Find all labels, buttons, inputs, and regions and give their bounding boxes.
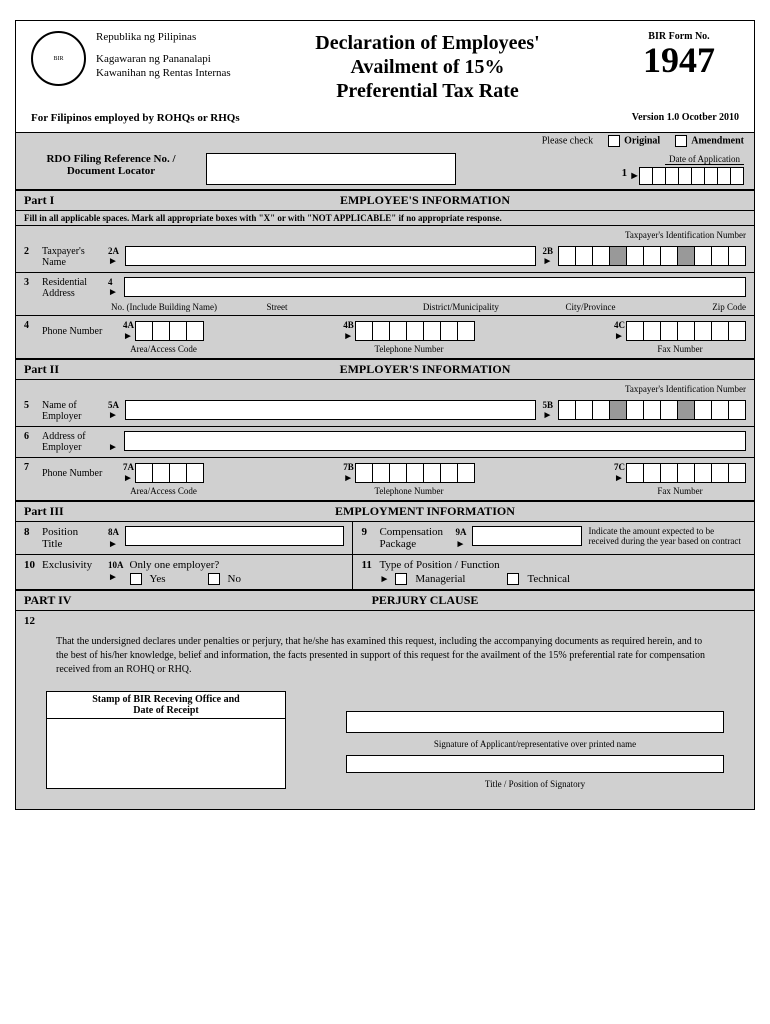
title-position-label: Title / Position of Signatory <box>346 779 724 789</box>
field-2-row: Taxpayer's Identification Number 2 Taxpa… <box>16 226 754 273</box>
date-cell[interactable] <box>652 167 666 185</box>
employer-tin-label: Taxpayer's Identification Number <box>24 384 746 394</box>
managerial-checkbox[interactable] <box>395 573 407 585</box>
tin-label: Taxpayer's Identification Number <box>24 230 746 240</box>
taxpayer-tin-input[interactable] <box>559 246 746 266</box>
compensation-input[interactable] <box>472 526 582 546</box>
fields-8-9-row: 8 PositionTitle 8A► 9 CompensationPackag… <box>16 522 754 555</box>
please-check-row: Please check Original Amendment <box>16 133 754 153</box>
phone-number-label: Phone Number <box>42 320 117 337</box>
position-title-label: PositionTitle <box>42 526 102 550</box>
amendment-checkbox[interactable] <box>675 135 687 147</box>
employer-tin-input[interactable] <box>559 400 746 420</box>
form-number-box: BIR Form No. 1947 <box>619 31 739 103</box>
residential-address-input[interactable] <box>124 277 746 297</box>
part4-header: PART IV PERJURY CLAUSE <box>16 590 754 611</box>
fax-input[interactable] <box>627 321 746 341</box>
date-application-area: Date of Application 1 ► <box>622 153 744 185</box>
please-check-label: Please check <box>542 135 593 146</box>
address-sublabels: No. (Include Building Name) Street Distr… <box>16 302 754 316</box>
stamp-box: Stamp of BIR Receving Office and Date of… <box>46 691 286 789</box>
date-cell[interactable] <box>678 167 692 185</box>
taxpayer-name-label: Taxpayer'sName <box>42 246 102 268</box>
date-application-label: Date of Application <box>665 154 744 165</box>
dept-label: Kagawaran ng Pananalapi <box>96 53 236 65</box>
technical-checkbox[interactable] <box>507 573 519 585</box>
telephone-input[interactable] <box>356 321 475 341</box>
form-title: Declaration of Employees' Availment of 1… <box>246 31 609 103</box>
employer-area-code-input[interactable] <box>136 463 204 483</box>
check-rdo-section: Please check Original Amendment RDO Fili… <box>16 132 754 190</box>
government-text: Republika ng Pilipinas Kagawaran ng Pana… <box>96 31 236 103</box>
instruction-text: Fill in all applicable spaces. Mark all … <box>16 211 754 226</box>
fields-10-11-row: 10 Exclusivity 10A► Only one employer? Y… <box>16 555 754 590</box>
exclusivity-label: Exclusivity <box>42 559 102 571</box>
form-number: 1947 <box>619 42 739 78</box>
date-cell[interactable] <box>704 167 718 185</box>
date-cell[interactable] <box>730 167 744 185</box>
compensation-label: CompensationPackage <box>379 526 449 550</box>
employer-address-label: Address ofEmployer <box>42 431 102 453</box>
employer-name-label: Name ofEmployer <box>42 400 102 422</box>
rdo-reference-input[interactable] <box>206 153 456 185</box>
subtitle: For Filipinos employed by ROHQs or RHQs <box>31 112 240 124</box>
position-type-label: Type of Position / Function <box>379 559 570 571</box>
rdo-label: RDO Filing Reference No. / Document Loca… <box>26 153 196 177</box>
signature-label: Signature of Applicant/representative ov… <box>346 739 724 749</box>
employer-name-input[interactable] <box>125 400 536 420</box>
original-label: Original <box>624 135 660 146</box>
perjury-text: That the undersigned declares under pena… <box>16 627 754 685</box>
area-code-input[interactable] <box>136 321 204 341</box>
employer-telephone-input[interactable] <box>356 463 475 483</box>
taxpayer-name-input[interactable] <box>125 246 536 266</box>
part3-header: Part III EMPLOYMENT INFORMATION <box>16 501 754 522</box>
date-cell[interactable] <box>665 167 679 185</box>
position-title-input[interactable] <box>125 526 344 546</box>
field-3-row: 3 ResidentialAddress 4 ► <box>16 273 754 303</box>
date-cell[interactable] <box>639 167 653 185</box>
original-checkbox[interactable] <box>608 135 620 147</box>
exclusivity-yes-checkbox[interactable] <box>130 573 142 585</box>
stamp-body-input[interactable] <box>46 719 286 789</box>
exclusivity-no-checkbox[interactable] <box>208 573 220 585</box>
date-cell[interactable] <box>691 167 705 185</box>
part1-header: Part I EMPLOYEE'S INFORMATION <box>16 190 754 211</box>
bureau-label: Kawanihan ng Rentas Internas <box>96 67 236 79</box>
date-cell[interactable] <box>717 167 731 185</box>
field-7-row: 7 Phone Number 7A► Area/Access Code 7B► <box>16 458 754 501</box>
bir-seal-icon: BIR <box>31 31 86 86</box>
country-label: Republika ng Pilipinas <box>96 31 236 43</box>
employer-fax-input[interactable] <box>627 463 746 483</box>
amendment-label: Amendment <box>691 135 744 146</box>
version-label: Version 1.0 Ocotber 2010 <box>632 112 739 124</box>
residential-address-label: ResidentialAddress <box>42 277 102 299</box>
field-12-num: 12 <box>16 611 754 627</box>
version-row: For Filipinos employed by ROHQs or RHQs … <box>16 108 754 132</box>
field-4-row: 4 Phone Number 4A► Area/Access Code 4B► <box>16 316 754 359</box>
field-5-row: Taxpayer's Identification Number 5 Name … <box>16 380 754 427</box>
field-1-number: 1 <box>622 167 628 185</box>
form-header: BIR Republika ng Pilipinas Kagawaran ng … <box>16 21 754 108</box>
part2-header: Part II EMPLOYER'S INFORMATION <box>16 359 754 380</box>
compensation-note: Indicate the amount expected to be recei… <box>588 526 746 546</box>
employer-phone-label: Phone Number <box>42 462 117 479</box>
stamp-signature-row: Stamp of BIR Receving Office and Date of… <box>16 685 754 809</box>
form-container: BIR Republika ng Pilipinas Kagawaran ng … <box>15 20 755 810</box>
signature-input[interactable] <box>346 711 724 733</box>
employer-address-input[interactable] <box>124 431 746 451</box>
field-6-row: 6 Address ofEmployer ► <box>16 427 754 458</box>
title-position-input[interactable] <box>346 755 724 773</box>
